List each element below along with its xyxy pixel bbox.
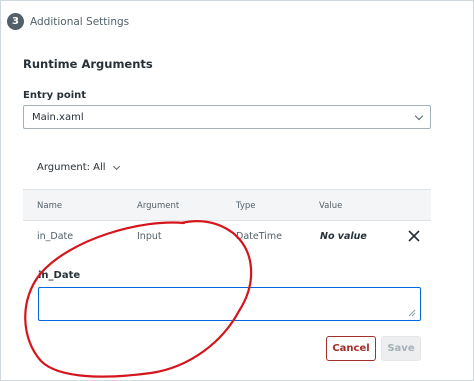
entry-point-label: Entry point [23, 90, 87, 101]
arguments-table-header: Name Argument Type Value [23, 189, 431, 221]
section-title: Runtime Arguments [23, 57, 153, 71]
argument-value-label: in_Date [38, 270, 81, 281]
entry-point-value: Main.xaml [32, 111, 84, 123]
row-argument: Input [137, 231, 162, 242]
row-name: in_Date [37, 231, 74, 242]
column-header-argument: Argument [137, 201, 180, 211]
row-value: No value [320, 231, 367, 242]
step-title: Additional Settings [30, 15, 130, 28]
settings-panel: 3 Additional Settings Runtime Arguments … [0, 0, 474, 381]
column-header-value: Value [319, 201, 343, 211]
argument-filter-label: Argument: All [37, 162, 106, 173]
resize-handle-icon[interactable] [408, 309, 416, 317]
close-icon[interactable] [407, 229, 421, 243]
chevron-down-icon [112, 162, 120, 170]
step-number-badge: 3 [7, 13, 24, 30]
column-header-type: Type [236, 201, 256, 211]
save-button[interactable]: Save [381, 336, 421, 361]
step-header: 3 Additional Settings [7, 13, 129, 30]
chevron-down-icon [414, 111, 424, 120]
column-header-name: Name [37, 201, 63, 211]
entry-point-select[interactable]: Main.xaml [23, 105, 431, 129]
row-type: DateTime [236, 231, 282, 242]
argument-filter-dropdown[interactable]: Argument: All [37, 162, 120, 173]
argument-value-input[interactable] [38, 287, 421, 321]
cancel-button[interactable]: Cancel [326, 336, 376, 361]
